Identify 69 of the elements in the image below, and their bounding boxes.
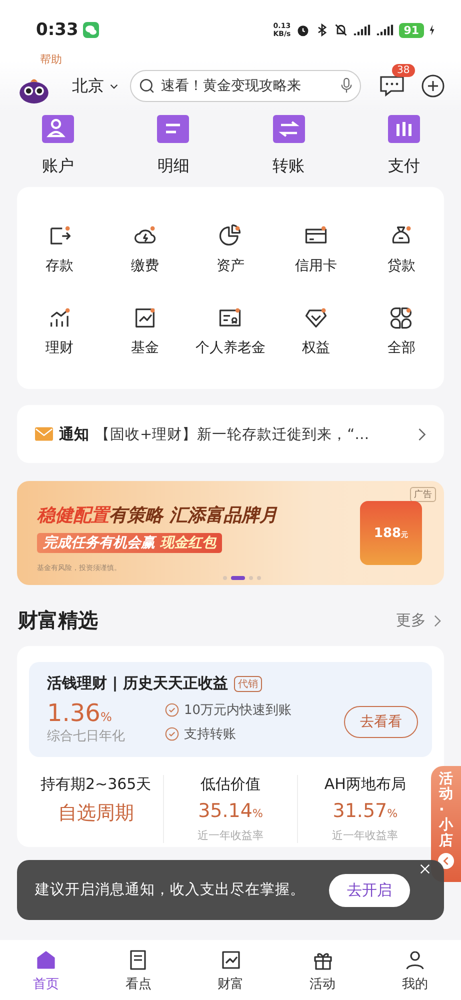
nav-tab[interactable]: 活动 <box>276 940 369 1000</box>
person-card-icon <box>41 112 75 146</box>
charging-bolt-icon <box>429 24 435 36</box>
chevron-right-icon <box>434 614 441 626</box>
feature-text: 10万元内快速到账 <box>184 702 292 719</box>
service-item[interactable]: 缴费 <box>102 223 188 275</box>
quick-action[interactable]: 支付 <box>366 112 441 177</box>
check-circle-icon <box>165 727 179 741</box>
page-dot[interactable] <box>223 576 227 580</box>
add-icon[interactable] <box>421 74 445 98</box>
nav-tab[interactable]: 首页 <box>0 940 92 1000</box>
alarm-clock-icon <box>296 23 310 37</box>
enable-button[interactable]: 去开启 <box>329 874 410 906</box>
banner-headline: 稳健配置有策略 汇添富品牌月 <box>37 504 278 527</box>
product-tag: 代销 <box>234 676 262 692</box>
service-item[interactable]: 理财 <box>17 305 102 357</box>
toast-message: 建议开启消息通知，收入支出尽在掌握。 <box>35 880 306 900</box>
notice-tag: 通知 <box>59 424 89 444</box>
section-title: 财富精选 <box>18 607 99 634</box>
page-dot[interactable] <box>257 576 261 580</box>
product-item[interactable]: AH两地布局 31.57% 近一年收益率 <box>298 775 432 843</box>
swap-arrows-icon <box>272 112 306 146</box>
service-item[interactable]: 基金 <box>102 305 188 357</box>
service-item[interactable]: 信用卡 <box>273 223 359 275</box>
page-dot[interactable] <box>249 576 253 580</box>
service-item[interactable]: 权益 <box>273 305 359 357</box>
status-time: 0:33 <box>36 20 78 40</box>
quick-action[interactable]: 转账 <box>252 112 326 177</box>
caret-down-icon <box>110 84 118 88</box>
nav-tab[interactable]: 财富 <box>184 940 277 1000</box>
search-field[interactable]: 速看！黄金变现攻略来 <box>130 70 361 102</box>
product-item[interactable]: 持有期2~365天 自选周期 <box>29 775 164 843</box>
quick-action[interactable]: 账户 <box>21 112 95 177</box>
product-item[interactable]: 低估价值 35.14% 近一年收益率 <box>164 775 298 843</box>
service-item[interactable]: 全部 <box>358 305 444 357</box>
check-circle-icon <box>165 703 179 717</box>
service-item[interactable]: 贷款 <box>358 223 444 275</box>
feature-text: 支持转账 <box>184 726 236 743</box>
four-petal-icon <box>388 305 414 331</box>
battery-level: 91 <box>398 22 424 38</box>
nav-tab[interactable]: 我的 <box>368 940 461 1000</box>
muted-bell-icon <box>334 23 348 37</box>
service-item[interactable]: 资产 <box>188 223 274 275</box>
chat-bubbles-icon <box>83 22 100 38</box>
product-title: 活钱理财 | 历史天天正收益 <box>47 674 228 693</box>
notice-bar[interactable]: 通知 【固收+理财】新一轮存款迁徙到来，“… <box>17 405 444 463</box>
yield-label: 综合七日年化 <box>47 728 126 745</box>
quick-action[interactable]: 明细 <box>136 112 210 177</box>
chevron-right-icon <box>418 428 426 440</box>
service-item[interactable]: 个人养老金 <box>188 305 274 357</box>
nav-tab[interactable]: 看点 <box>92 940 184 1000</box>
chat-bubble-icon[interactable] <box>379 74 405 98</box>
envelope-icon <box>35 427 53 441</box>
yield-rate: 1.36% <box>47 699 113 727</box>
bars-card-icon <box>386 112 421 146</box>
message-count-badge: 38 <box>392 64 415 77</box>
city-selector[interactable]: 北京 <box>72 76 118 96</box>
banner-subline: 完成任务有机会赢 现金红包 <box>37 533 222 553</box>
featured-product-panel[interactable]: 活钱理财 | 历史天天正收益 代销 1.36% 综合七日年化 10万元内快速到账 支持转账 去看看 <box>29 662 432 757</box>
search-icon <box>139 78 155 94</box>
service-item[interactable]: 存款 <box>17 223 102 275</box>
signal-icon <box>352 23 371 37</box>
microphone-icon[interactable] <box>341 77 352 94</box>
notice-text: 【固收+理财】新一轮存款迁徙到来，“… <box>95 426 370 444</box>
view-button[interactable]: 去看看 <box>344 706 418 738</box>
close-icon[interactable] <box>420 864 430 874</box>
more-link[interactable]: 更多 <box>396 611 426 630</box>
chevron-left-icon[interactable] <box>438 852 454 869</box>
signal-icon <box>376 23 394 37</box>
